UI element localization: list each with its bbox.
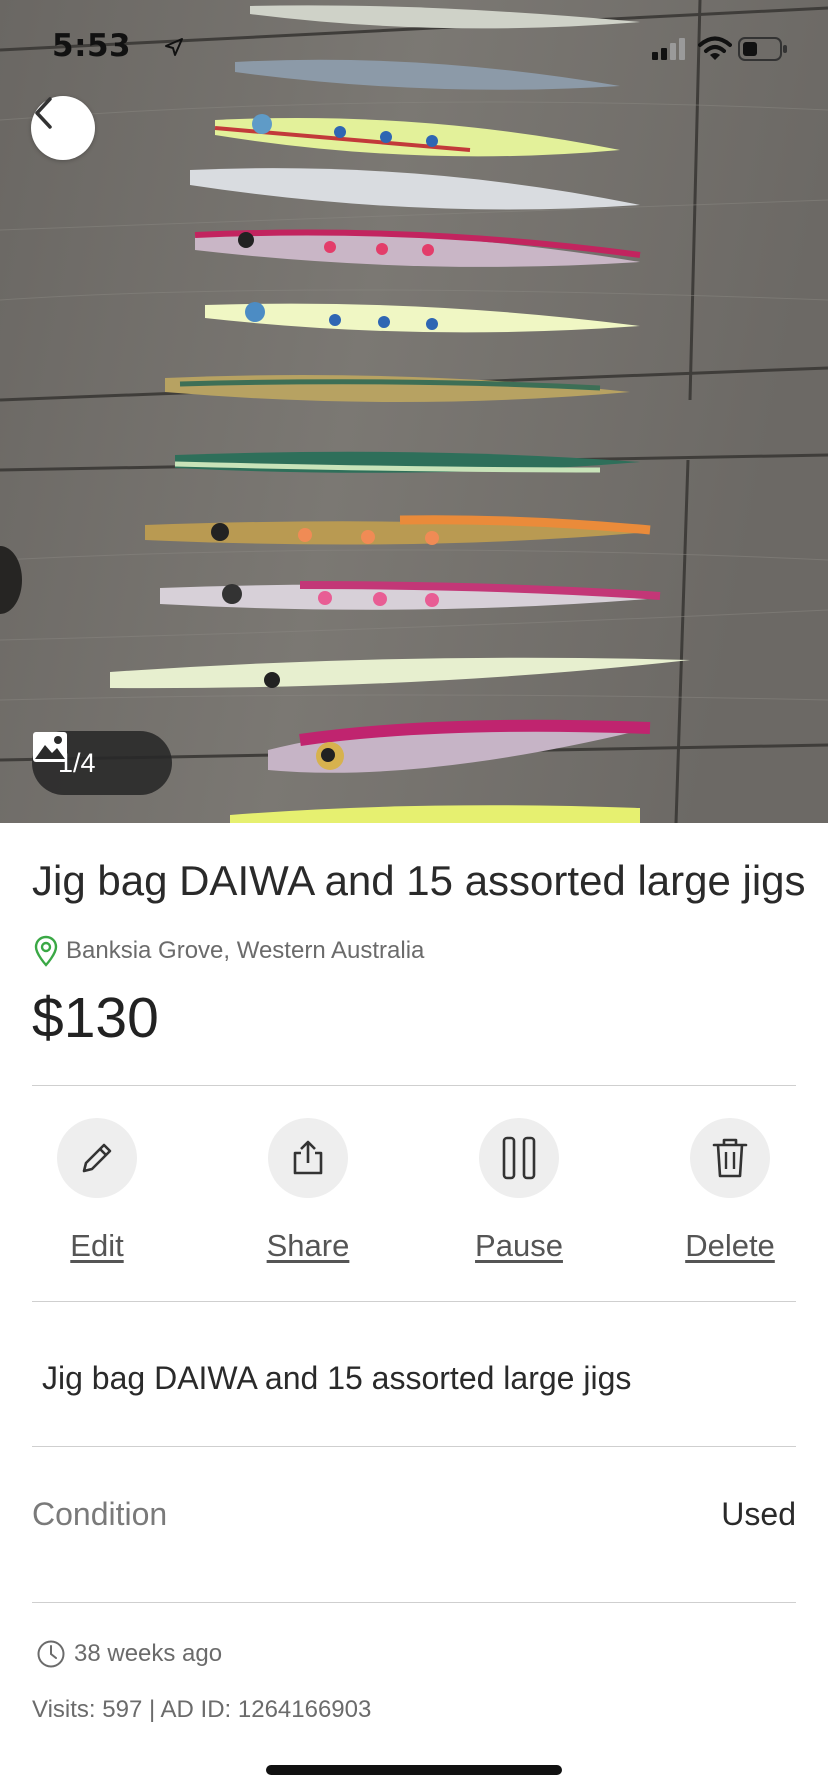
edit-button[interactable]: Edit bbox=[27, 1118, 167, 1264]
location-text: Banksia Grove, Western Australia bbox=[66, 937, 425, 964]
fishing-jigs-photo bbox=[0, 0, 828, 823]
listing-title: Jig bag DAIWA and 15 assorted large jigs bbox=[32, 857, 806, 904]
share-icon-circle bbox=[268, 1118, 348, 1198]
back-button[interactable] bbox=[31, 96, 95, 160]
pencil-icon bbox=[82, 1143, 112, 1173]
status-bar: 5:53 bbox=[0, 0, 828, 100]
divider bbox=[32, 1602, 796, 1603]
listing-description: Jig bag DAIWA and 15 assorted large jigs bbox=[42, 1360, 632, 1396]
listing-stats: Visits: 597 | AD ID: 1264166903 bbox=[32, 1696, 372, 1723]
delete-icon-circle bbox=[690, 1118, 770, 1198]
edit-label: Edit bbox=[70, 1228, 124, 1263]
divider bbox=[32, 1446, 796, 1447]
share-icon bbox=[293, 1140, 323, 1175]
divider bbox=[32, 1301, 796, 1302]
image-icon bbox=[33, 732, 67, 762]
pause-icon bbox=[502, 1136, 536, 1180]
delete-button[interactable]: Delete bbox=[660, 1118, 800, 1264]
pause-icon-circle bbox=[479, 1118, 559, 1198]
condition-label: Condition bbox=[32, 1496, 168, 1532]
pause-label: Pause bbox=[475, 1228, 563, 1263]
home-indicator[interactable] bbox=[266, 1765, 562, 1775]
listing-location: Banksia Grove, Western Australia bbox=[34, 935, 424, 967]
listing-price: $130 bbox=[32, 986, 159, 1050]
trash-icon bbox=[712, 1138, 748, 1178]
pause-button[interactable]: Pause bbox=[449, 1118, 589, 1264]
condition-value: Used bbox=[721, 1496, 796, 1532]
posted-text: 38 weeks ago bbox=[74, 1640, 223, 1667]
listing-photo[interactable]: 5:53 1/4 bbox=[0, 0, 828, 823]
edit-icon-circle bbox=[57, 1118, 137, 1198]
location-pin-icon bbox=[34, 935, 58, 967]
clock-icon bbox=[37, 1640, 65, 1668]
delete-label: Delete bbox=[685, 1228, 775, 1263]
photo-counter[interactable]: 1/4 bbox=[32, 731, 172, 795]
posted-time: 38 weeks ago bbox=[36, 1639, 222, 1669]
share-button[interactable]: Share bbox=[238, 1118, 378, 1264]
chevron-left-icon bbox=[35, 97, 52, 129]
status-time: 5:53 bbox=[52, 28, 132, 64]
divider bbox=[32, 1085, 796, 1086]
share-label: Share bbox=[266, 1228, 350, 1263]
